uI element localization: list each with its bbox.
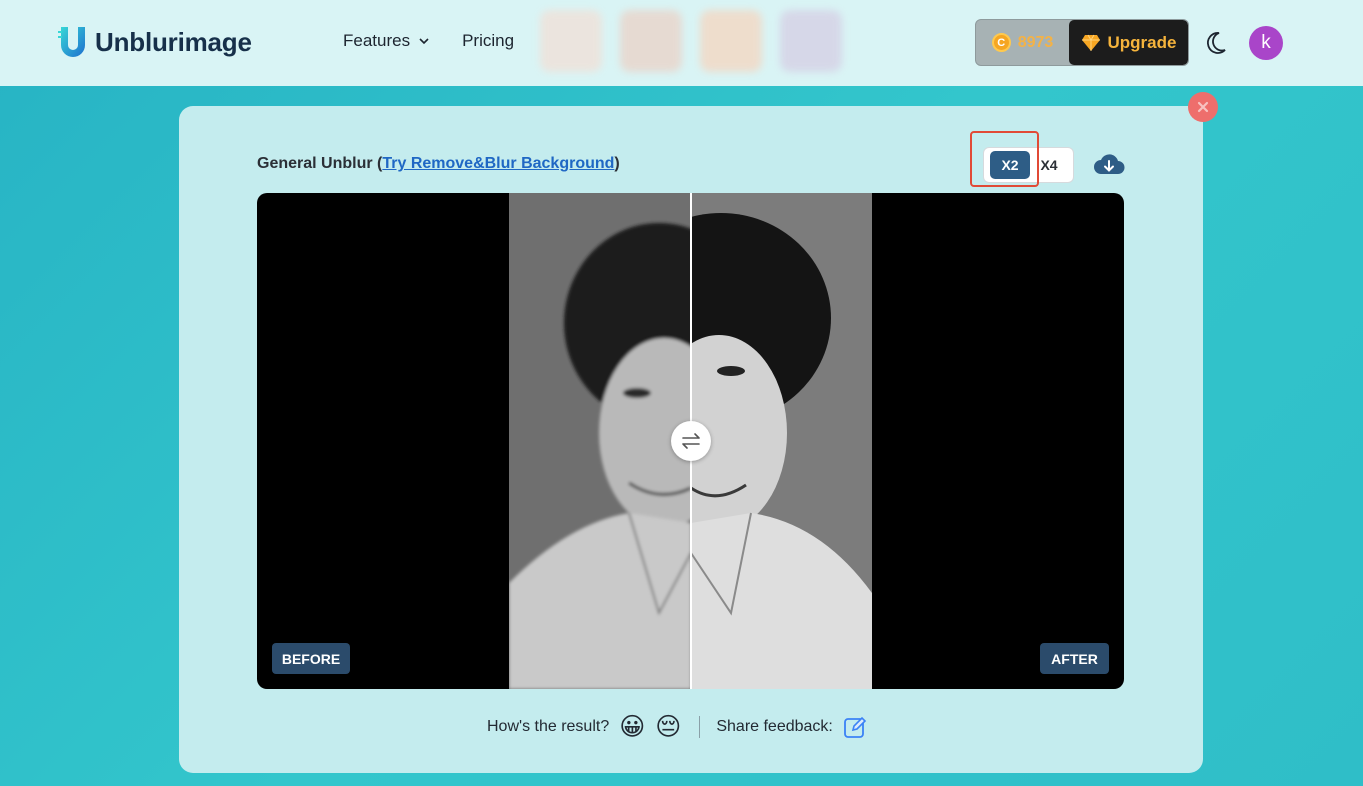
close-icon (1197, 101, 1209, 113)
moon-icon[interactable] (1205, 31, 1229, 55)
nav-features-label: Features (343, 31, 411, 50)
credits-upgrade-box: C 8973 Upgrade (975, 19, 1189, 66)
happy-emoji-button[interactable]: 😀 (619, 712, 645, 742)
share-feedback-label: Share feedback: (716, 718, 833, 735)
compare-slider-handle[interactable] (671, 421, 711, 461)
upgrade-label: Upgrade (1107, 32, 1177, 52)
tool-title-text: General Unblur ( (257, 155, 383, 172)
main-nav: Features Pricing (343, 31, 514, 51)
cloud-download-icon[interactable] (1093, 152, 1125, 178)
before-label: BEFORE (272, 643, 350, 674)
sample-thumbnail[interactable] (700, 10, 762, 72)
swap-arrows-icon (682, 433, 700, 449)
after-image (691, 193, 872, 689)
nav-pricing[interactable]: Pricing (462, 31, 514, 51)
before-image (509, 193, 691, 689)
logo[interactable]: Unblurimage (57, 24, 252, 60)
close-button[interactable] (1188, 92, 1218, 122)
credit-balance[interactable]: C 8973 (976, 20, 1069, 65)
edit-icon[interactable] (843, 715, 867, 739)
credit-count: 8973 (1017, 33, 1054, 51)
sample-thumbnails (540, 10, 860, 72)
selection-highlight (970, 131, 1039, 187)
nav-pricing-label: Pricing (462, 31, 515, 50)
diamond-icon (1081, 34, 1100, 51)
sad-emoji-button[interactable]: 😔 (655, 712, 681, 742)
chevron-down-icon (419, 38, 429, 45)
remove-blur-background-link[interactable]: Try Remove&Blur Background (382, 155, 614, 172)
logo-icon (58, 27, 85, 57)
sample-thumbnail[interactable] (620, 10, 682, 72)
logo-text: Unblurimage (95, 26, 252, 57)
feedback-separator (699, 716, 701, 738)
coin-icon: C (991, 33, 1011, 52)
tool-title: General Unblur (Try Remove&Blur Backgrou… (257, 155, 620, 173)
tool-title-end: ) (614, 155, 620, 172)
avatar[interactable]: k (1249, 26, 1283, 60)
compare-viewer[interactable]: BEFORE AFTER (257, 193, 1124, 689)
feedback-prompt: How's the result? (487, 718, 610, 735)
sample-thumbnail[interactable] (540, 10, 602, 72)
upgrade-button[interactable]: Upgrade (1069, 20, 1188, 65)
top-header: Unblurimage Features Pricing C 8973 Upgr… (0, 0, 1363, 86)
nav-features[interactable]: Features (343, 31, 430, 51)
feedback-row: How's the result? 😀 😔 Share feedback: (487, 712, 867, 742)
after-label: AFTER (1040, 643, 1109, 674)
sample-thumbnail[interactable] (780, 10, 842, 72)
